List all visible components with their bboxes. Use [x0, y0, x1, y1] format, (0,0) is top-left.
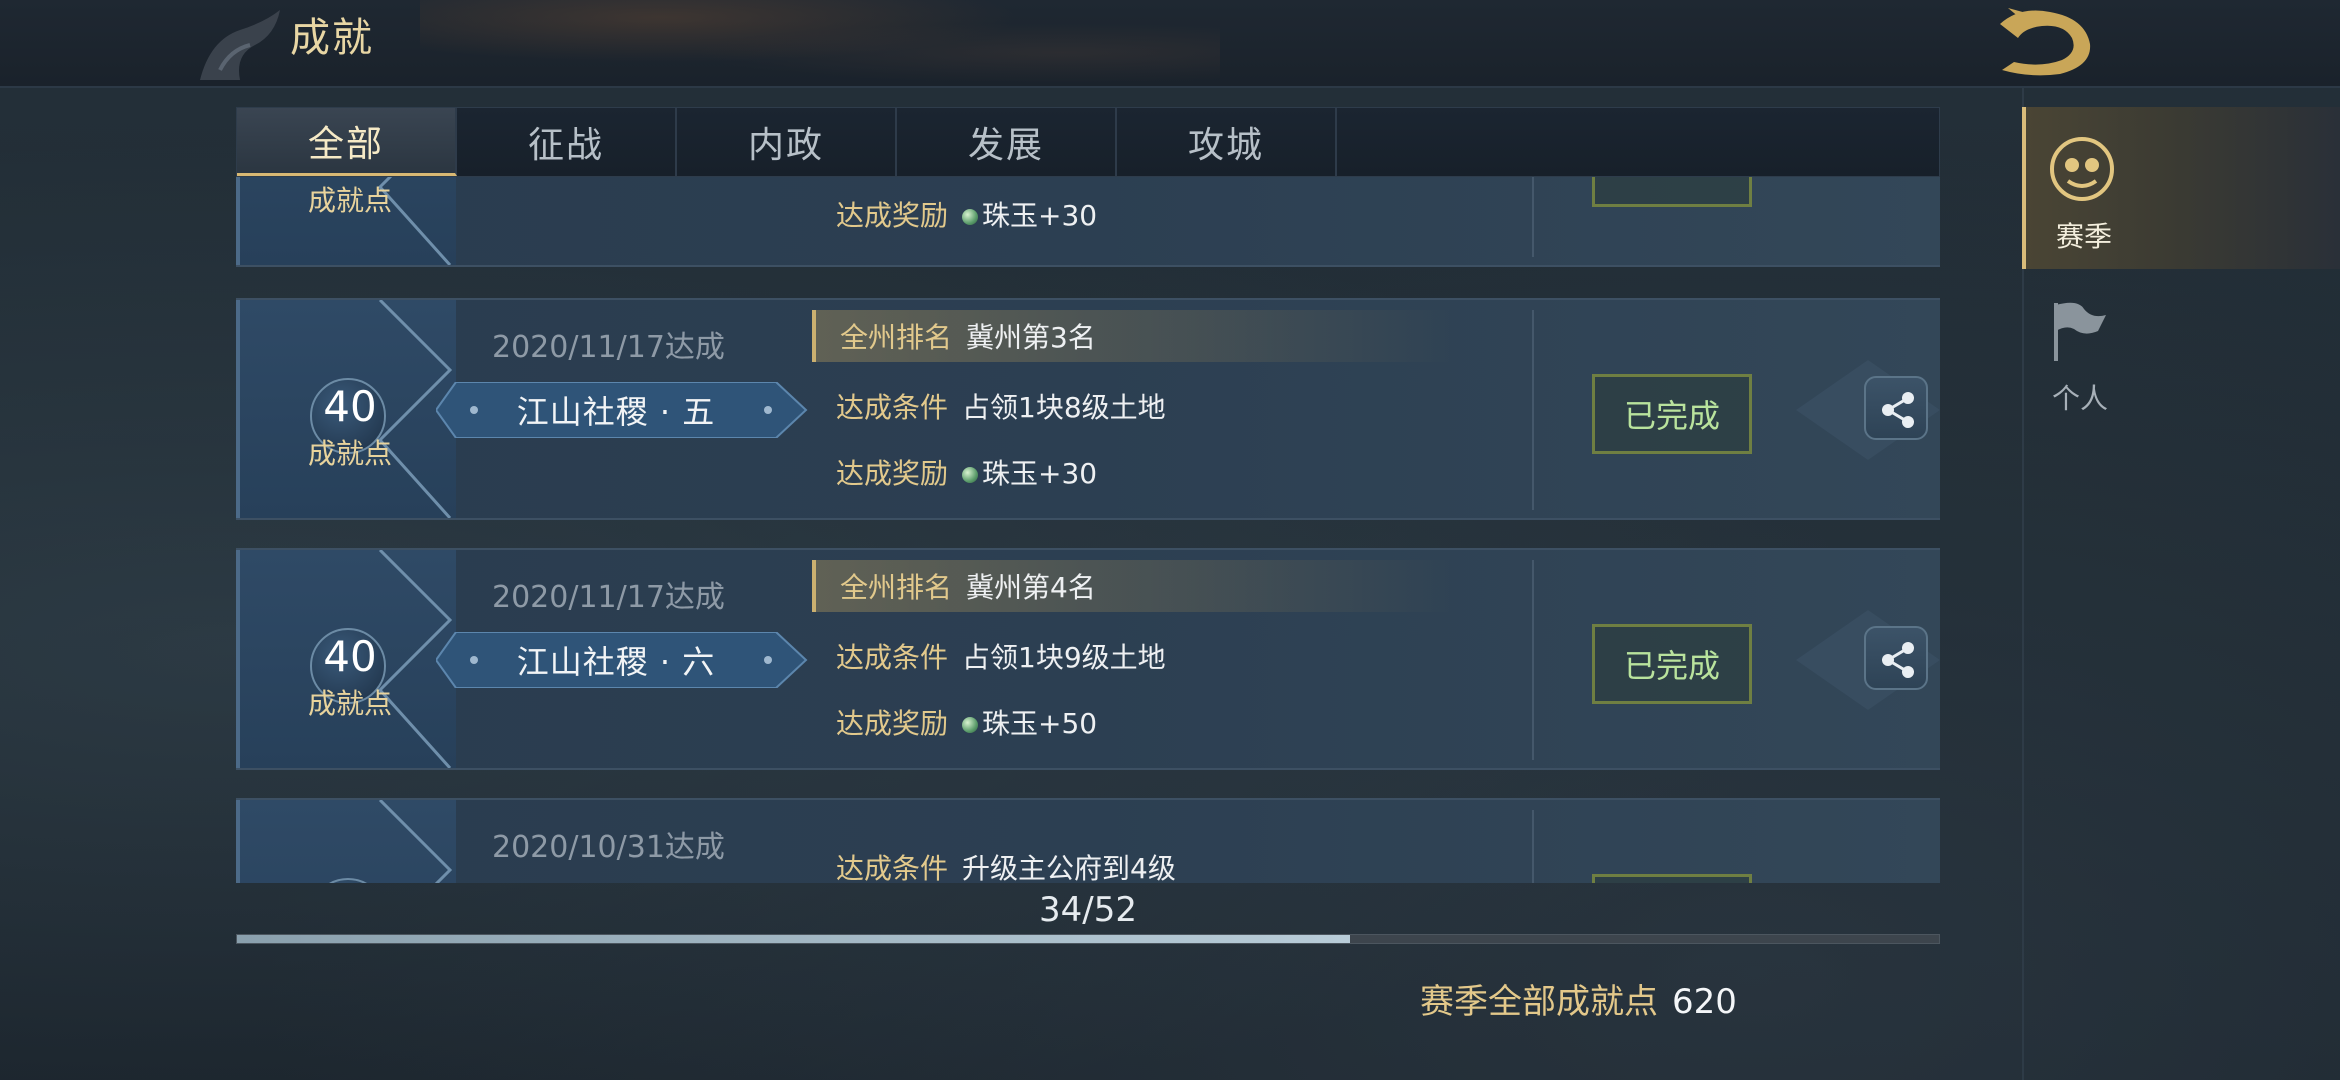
achievement-info: 全州排名 冀州第3名 达成条件 占领1块8级土地 达成奖励 珠玉+30 [812, 300, 1572, 518]
rank-row: 全州排名 冀州第3名 [812, 310, 1452, 362]
reward-label: 达成奖励 [836, 199, 949, 232]
condition-label: 达成条件 [836, 852, 949, 883]
condition-value: 占领1块9级土地 [962, 641, 1166, 674]
reward-value: 珠玉+30 [962, 452, 1097, 492]
divider [1532, 560, 1534, 760]
achievement-date: 2020/11/17达成 [492, 330, 725, 365]
reward-value: 珠玉+50 [962, 702, 1097, 742]
card-corner-decoration [378, 800, 453, 883]
divider [1532, 177, 1534, 257]
progress-bar [236, 934, 1940, 944]
points-label: 成就点 [307, 184, 392, 217]
completed-badge [1592, 874, 1752, 883]
achievement-name-ribbon: 江山社稷 · 六 [436, 632, 808, 688]
tab-development[interactable]: 发展 [897, 108, 1117, 176]
condition-label: 达成条件 [836, 391, 949, 424]
header-dragon-icon [200, 10, 280, 80]
share-button[interactable] [1864, 626, 1928, 690]
tab-all[interactable]: 全部 [237, 108, 457, 176]
side-nav-label: 个人 [2051, 382, 2108, 415]
completed-badge: 已完成 [1592, 624, 1752, 704]
condition-value: 升级主公府到4级 [962, 852, 1176, 883]
achievement-card: 40 成就点 2020/11/17达成 江山社稷 · 五 全州排名 冀州第3名 … [236, 298, 1940, 520]
top-header: 成就 [0, 0, 2340, 88]
rank-label: 全州排名 [840, 321, 953, 354]
divider [1532, 810, 1534, 883]
jade-gem-icon [962, 467, 978, 483]
condition-row: 达成条件 升级主公府到4级 [812, 841, 1176, 883]
points-panel: 40 成就点 [236, 550, 456, 768]
progress-count: 34/52 [1039, 890, 1137, 930]
achievement-date: 2020/10/31达成 [492, 830, 725, 865]
points-panel: 40 成就点 [236, 300, 456, 518]
achievement-name-ribbon: 江山社稷 · 五 [436, 382, 808, 438]
reward-label: 达成奖励 [836, 457, 949, 490]
progress-fill [237, 935, 1350, 943]
side-nav-personal[interactable]: 个人 [2022, 269, 2340, 431]
condition-row: 达成条件 占领1块9级土地 [812, 630, 1166, 682]
points-value: 40 [323, 382, 377, 431]
page-title: 成就 [290, 15, 374, 61]
tab-conquest[interactable]: 征战 [457, 108, 677, 176]
reward-row: 达成奖励 珠玉+30 [812, 446, 1097, 498]
share-button[interactable] [1864, 376, 1928, 440]
achievement-info: 达成条件 升级主公府到4级 [812, 800, 1572, 883]
rank-value: 冀州第4名 [966, 571, 1096, 604]
season-mask-icon [2050, 137, 2114, 201]
condition-value: 占领1块8级土地 [962, 391, 1166, 424]
points-value: 40 [323, 632, 377, 681]
rank-value: 冀州第3名 [966, 321, 1096, 354]
achievement-date: 2020/11/17达成 [492, 580, 725, 615]
achievement-card: 成就点 达成奖励 珠玉+30 [236, 177, 1940, 267]
achievement-name: 江山社稷 · 六 [516, 643, 716, 681]
rank-label: 全州排名 [840, 571, 953, 604]
achievement-name: 江山社稷 · 五 [516, 393, 716, 431]
jade-gem-icon [962, 209, 978, 225]
condition-label: 达成条件 [836, 641, 949, 674]
achievement-info: 全州排名 冀州第4名 达成条件 占领1块9级土地 达成奖励 珠玉+50 [812, 550, 1572, 768]
tab-domestic[interactable]: 内政 [677, 108, 897, 176]
completed-badge [1592, 177, 1752, 207]
side-nav-season[interactable]: 赛季 [2022, 107, 2340, 269]
achievement-card: 40 成就点 2020/11/17达成 江山社稷 · 六 全州排名 冀州第4名 … [236, 548, 1940, 770]
reward-label: 达成奖励 [836, 707, 949, 740]
share-icon [1882, 642, 1914, 678]
achievement-list[interactable]: 成就点 达成奖励 珠玉+30 40 成就点 2020/11/17达成 江山社稷 … [236, 177, 1940, 883]
points-panel: 成就点 [236, 177, 456, 265]
divider [1532, 310, 1534, 510]
achievement-info: 达成奖励 珠玉+30 [812, 177, 1572, 265]
reward-row: 达成奖励 珠玉+30 [812, 188, 1097, 240]
season-total-value: 620 [1672, 982, 1737, 1022]
header-decoration [420, 0, 1220, 88]
dragon-logo-icon[interactable] [1990, 4, 2100, 80]
jade-gem-icon [962, 717, 978, 733]
points-label: 成就点 [307, 437, 392, 470]
achievement-card: 2020/10/31达成 达成条件 升级主公府到4级 [236, 798, 1940, 883]
reward-value: 珠玉+30 [962, 194, 1097, 234]
completed-badge: 已完成 [1592, 374, 1752, 454]
season-total-label: 赛季全部成就点 [1420, 982, 1658, 1022]
tab-siege[interactable]: 攻城 [1117, 108, 1337, 176]
reward-row: 达成奖励 珠玉+50 [812, 696, 1097, 748]
points-panel [236, 800, 456, 883]
category-tabs: 全部 征战 内政 发展 攻城 [236, 107, 1940, 177]
condition-row: 达成条件 占领1块8级土地 [812, 380, 1166, 432]
season-total-points: 赛季全部成就点 620 [1420, 974, 1737, 1023]
rank-row: 全州排名 冀州第4名 [812, 560, 1452, 612]
side-nav-label: 赛季 [2055, 220, 2112, 253]
personal-flag-icon [2054, 302, 2106, 361]
points-label: 成就点 [307, 687, 392, 720]
share-icon [1882, 392, 1914, 428]
achievements-screen: 成就 全部 征战 内政 发展 攻城 成就点 达成奖励 珠玉+30 40 成就点 … [0, 0, 2340, 1080]
